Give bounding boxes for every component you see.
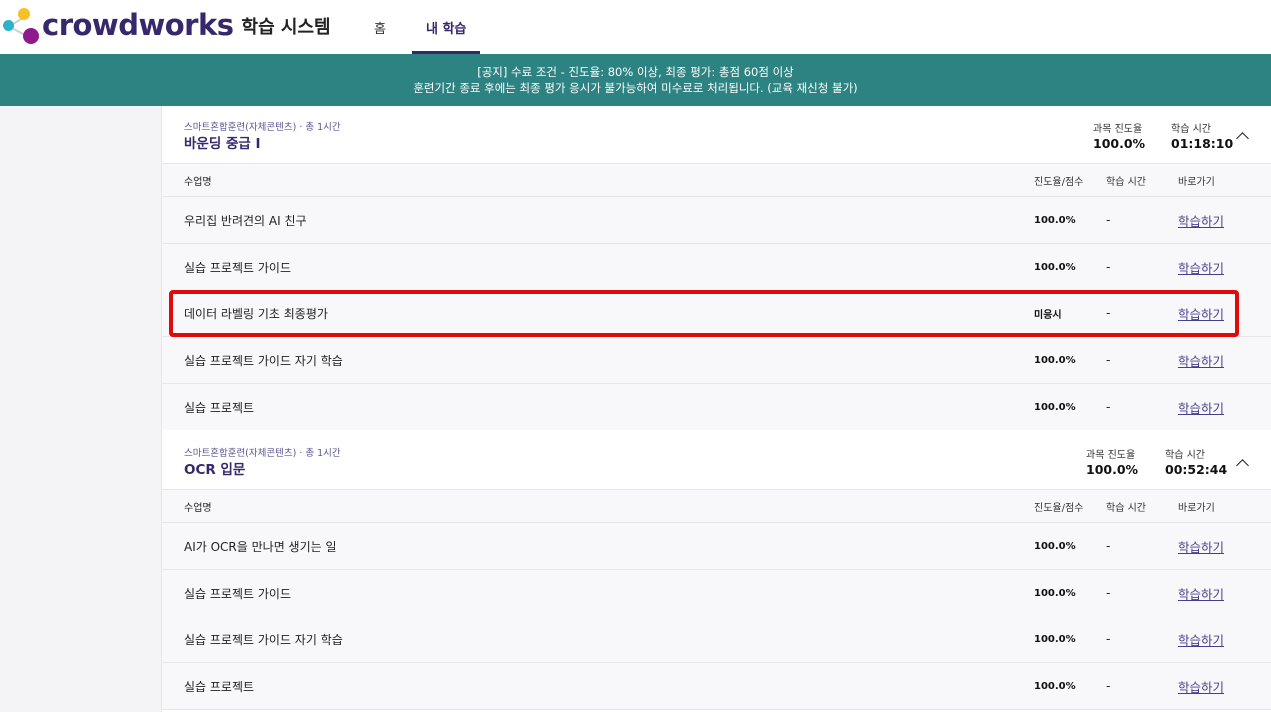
collapse-chevron-icon[interactable] <box>1236 459 1249 472</box>
study-link[interactable]: 학습하기 <box>1178 337 1224 383</box>
lesson-time: - <box>1106 632 1111 646</box>
lesson-progress: 미응시 <box>1034 309 1062 321</box>
logo[interactable]: crowdworks 학습 시스템 <box>2 5 331 45</box>
lesson-row: 실습 프로젝트 가이드 자기 학습 100.0% - 학습하기 <box>162 616 1271 663</box>
lesson-time: - <box>1106 539 1111 553</box>
study-link[interactable]: 학습하기 <box>1178 523 1224 569</box>
lesson-name: 실습 프로젝트 가이드 자기 학습 <box>184 632 343 647</box>
course-study-time: 학습 시간 01:18:10 <box>1171 124 1234 151</box>
course-progress: 과목 진도율 100.0% <box>1093 124 1146 151</box>
lesson-name: 실습 프로젝트 가이드 <box>184 260 291 275</box>
lesson-time: - <box>1106 353 1111 367</box>
table-header: 수업명 진도율/점수 학습 시간 바로가기 <box>162 490 1271 523</box>
course-meta: 스마트혼합훈련(자체콘텐츠) · 총 1시간 <box>184 448 341 459</box>
lesson-name: 우리집 반려견의 AI 친구 <box>184 213 307 228</box>
nav-home[interactable]: 홈 <box>360 0 400 54</box>
course-header[interactable]: 스마트혼합훈련(자체콘텐츠) · 총 1시간 OCR 입문 과목 진도율 100… <box>162 430 1271 490</box>
study-link[interactable]: 학습하기 <box>1178 663 1224 709</box>
lesson-progress: 100.0% <box>1034 214 1076 226</box>
lesson-name: 실습 프로젝트 가이드 자기 학습 <box>184 353 343 368</box>
lesson-row: 데이터 라벨링 기초 최종평가 미응시 - 학습하기 <box>162 290 1271 337</box>
lesson-row: 우리집 반려견의 AI 친구 100.0% - 학습하기 <box>162 197 1271 244</box>
lesson-progress: 100.0% <box>1034 540 1076 552</box>
notice-banner: [공지] 수료 조건 - 진도율: 80% 이상, 최종 평가: 총점 60점 … <box>0 54 1271 106</box>
lesson-progress: 100.0% <box>1034 633 1076 645</box>
collapse-chevron-icon[interactable] <box>1236 132 1249 145</box>
lesson-time: - <box>1106 213 1111 227</box>
study-link[interactable]: 학습하기 <box>1178 570 1224 616</box>
lesson-time: - <box>1106 260 1111 274</box>
lesson-progress: 100.0% <box>1034 354 1076 366</box>
lesson-row: 실습 프로젝트 가이드 자기 학습 100.0% - 학습하기 <box>162 337 1271 384</box>
lesson-time: - <box>1106 400 1111 414</box>
lesson-row: 실습 프로젝트 100.0% - 학습하기 <box>162 384 1271 431</box>
lesson-name: 실습 프로젝트 <box>184 400 255 415</box>
study-link[interactable]: 학습하기 <box>1178 244 1224 290</box>
study-link[interactable]: 학습하기 <box>1178 290 1224 336</box>
logo-text: crowdworks <box>42 8 234 42</box>
lesson-time: - <box>1106 586 1111 600</box>
lesson-name: 실습 프로젝트 <box>184 679 255 694</box>
notice-line-2: 훈련기간 종료 후에는 최종 평가 응시가 불가능하여 미수료로 처리됩니다. … <box>413 81 858 95</box>
lesson-row: AI가 OCR을 만나면 생기는 일 100.0% - 학습하기 <box>162 523 1271 570</box>
lesson-time: - <box>1106 679 1111 693</box>
lesson-progress: 100.0% <box>1034 680 1076 692</box>
course-study-time: 학습 시간 00:52:44 <box>1165 450 1228 477</box>
lesson-time: - <box>1106 306 1111 320</box>
lesson-name: AI가 OCR을 만나면 생기는 일 <box>184 539 337 554</box>
sidebar <box>0 106 161 712</box>
study-link[interactable]: 학습하기 <box>1178 197 1224 243</box>
course-list: 스마트혼합훈련(자체콘텐츠) · 총 1시간 바운딩 중급 I 과목 진도율 1… <box>161 106 1271 712</box>
course-title: OCR 입문 <box>184 462 246 478</box>
course-header[interactable]: 스마트혼합훈련(자체콘텐츠) · 총 1시간 바운딩 중급 I 과목 진도율 1… <box>162 106 1271 164</box>
nav-my-learning[interactable]: 내 학습 <box>411 0 481 54</box>
logo-icon <box>2 5 42 45</box>
lesson-name: 데이터 라벨링 기초 최종평가 <box>184 306 328 321</box>
study-link[interactable]: 학습하기 <box>1178 616 1224 662</box>
lesson-progress: 100.0% <box>1034 261 1076 273</box>
lesson-row: 실습 프로젝트 가이드 100.0% - 학습하기 <box>162 244 1271 291</box>
course-meta: 스마트혼합훈련(자체콘텐츠) · 총 1시간 <box>184 122 341 133</box>
lesson-row: 실습 프로젝트 100.0% - 학습하기 <box>162 663 1271 710</box>
course-progress: 과목 진도율 100.0% <box>1086 450 1139 477</box>
main-nav: 홈 내 학습 <box>360 0 481 54</box>
lesson-progress: 100.0% <box>1034 587 1076 599</box>
course-title: 바운딩 중급 I <box>184 136 261 152</box>
system-title: 학습 시스템 <box>241 17 331 38</box>
lesson-row: 실습 프로젝트 가이드 100.0% - 학습하기 <box>162 570 1271 617</box>
notice-line-1: [공지] 수료 조건 - 진도율: 80% 이상, 최종 평가: 총점 60점 … <box>477 65 794 79</box>
table-header: 수업명 진도율/점수 학습 시간 바로가기 <box>162 164 1271 197</box>
lesson-progress: 100.0% <box>1034 401 1076 413</box>
lesson-name: 실습 프로젝트 가이드 <box>184 586 291 601</box>
top-bar: crowdworks 학습 시스템 홈 내 학습 <box>0 0 1271 54</box>
study-link[interactable]: 학습하기 <box>1178 384 1224 430</box>
